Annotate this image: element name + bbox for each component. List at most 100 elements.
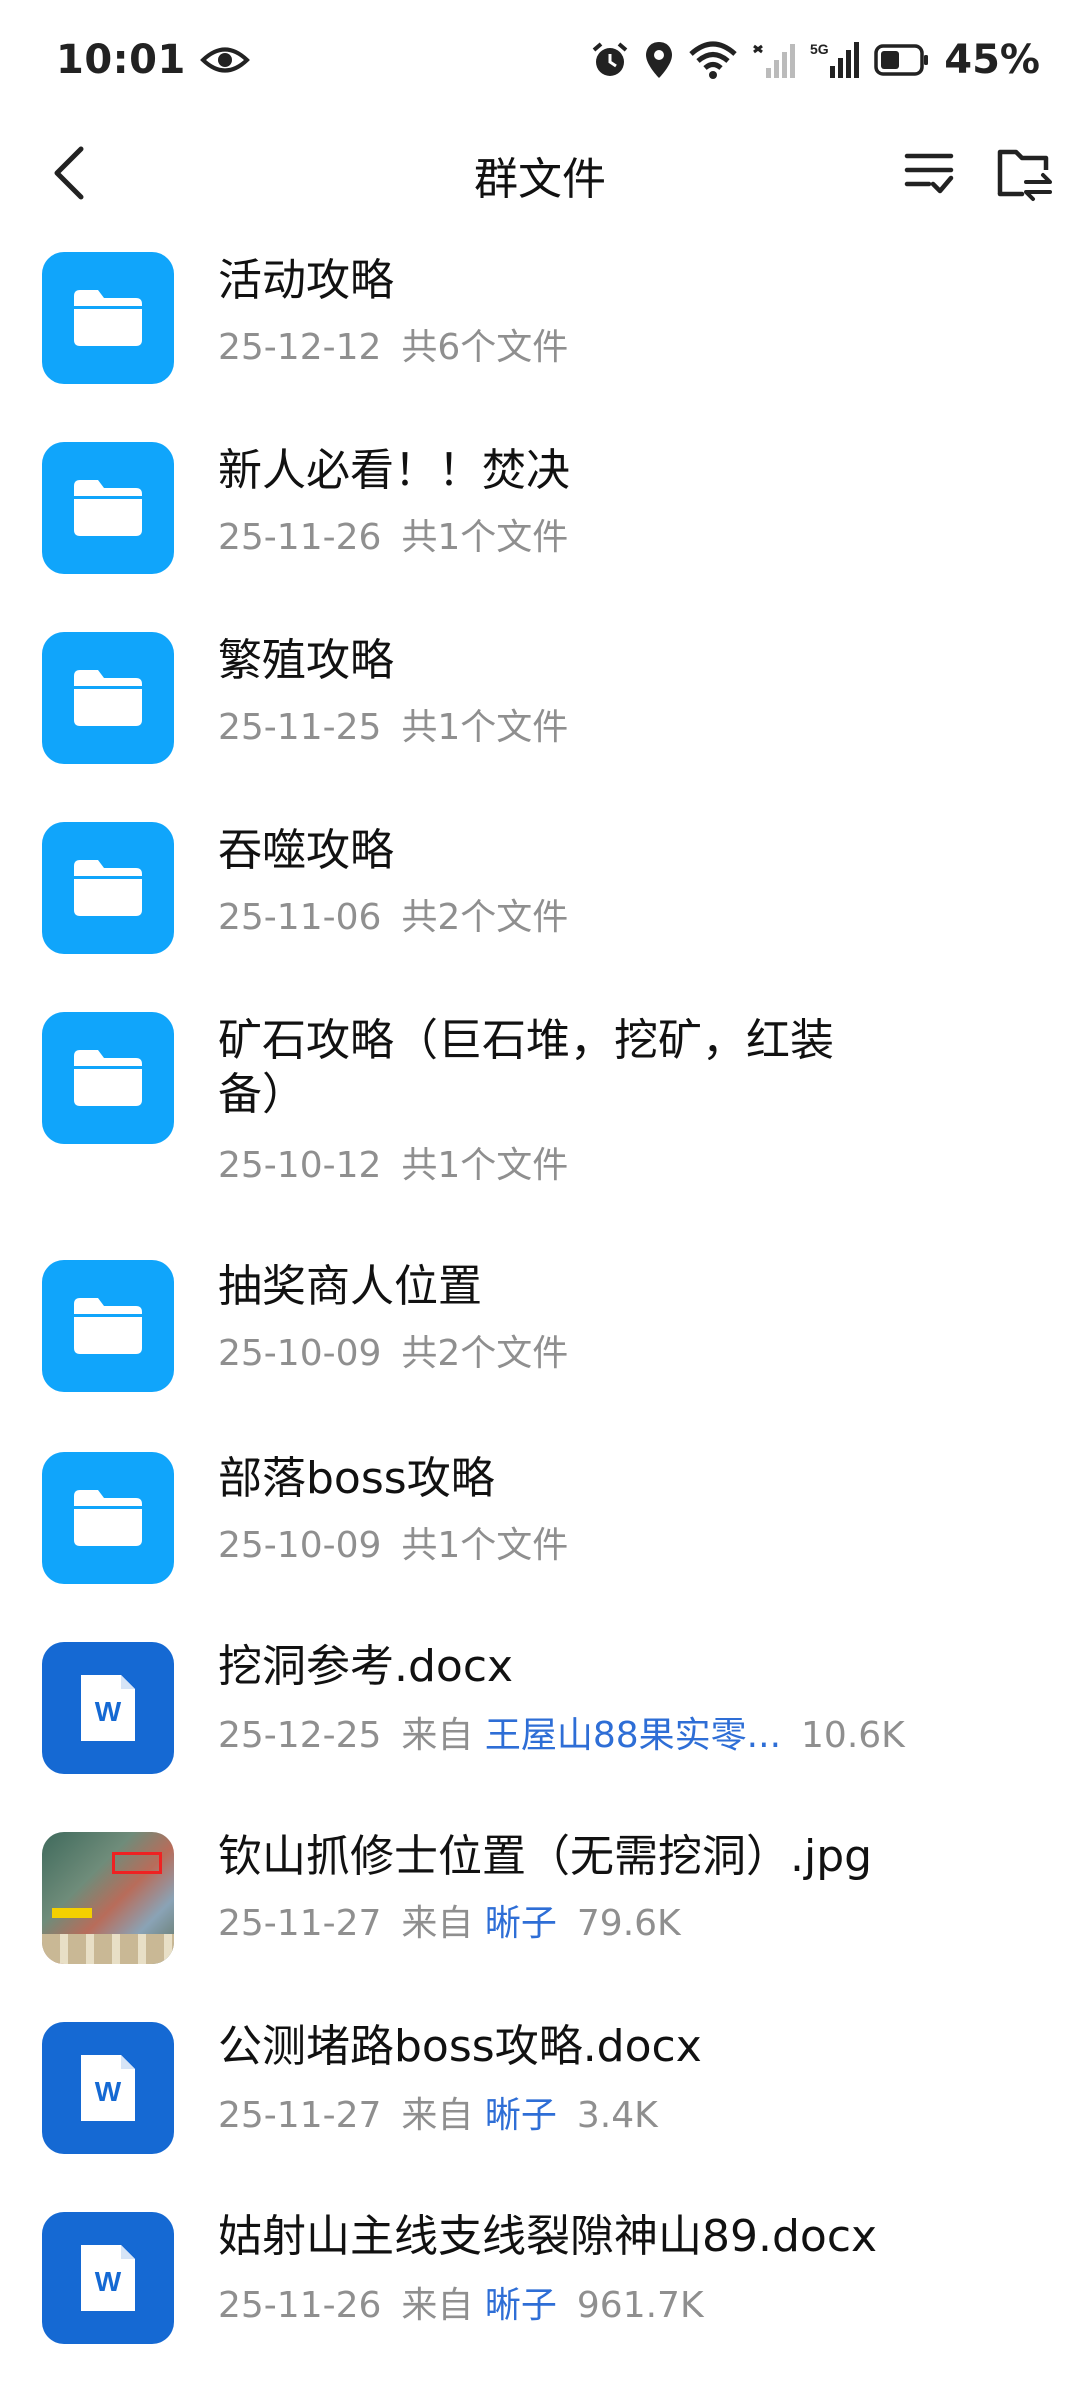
item-meta: 25-11-26 共1个文件 (218, 516, 568, 560)
sort-checklist-icon (903, 150, 955, 200)
wifi-icon (688, 40, 738, 80)
item-count: 共1个文件 (401, 517, 569, 558)
sort-button[interactable] (894, 140, 964, 210)
file-size: 3.4K (576, 2095, 658, 2136)
item-meta: 25-11-26 来自 晰子 961.7K (218, 2284, 704, 2328)
item-date: 25-11-25 (218, 707, 382, 748)
folder-item[interactable]: 活动攻略 25-12-12 共6个文件 (0, 230, 1080, 420)
item-name: 钦山抓修士位置（无需挖洞）.jpg (218, 1831, 873, 1882)
item-count: 共1个文件 (401, 1525, 569, 1566)
svg-text:5G: 5G (810, 41, 829, 57)
folder-icon (42, 1452, 174, 1584)
title-bar: 群文件 (0, 120, 1080, 230)
folder-item[interactable]: 矿石攻略（巨石堆，挖矿，红装备） 25-10-12 共1个文件 (0, 990, 1080, 1240)
folder-icon (42, 1012, 174, 1144)
item-name: 挖洞参考.docx (218, 1641, 514, 1692)
item-name: 公测堵路boss攻略.docx (218, 2021, 702, 2072)
thumbnail-hotbar (42, 1934, 174, 1964)
folder-icon (42, 822, 174, 954)
item-name: 矿石攻略（巨石堆，挖矿，红装备） (218, 1015, 834, 1120)
from-label: 来自 (401, 1903, 474, 1944)
status-time: 10:01 (56, 37, 186, 83)
sender-link[interactable]: 晰子 (485, 1903, 557, 1944)
item-date: 25-12-25 (218, 1715, 382, 1756)
file-size: 10.6K (801, 1715, 905, 1756)
folder-icon (42, 252, 174, 384)
sender-link[interactable]: 王屋山88果实零... (485, 1715, 781, 1756)
file-item[interactable]: W 公测堵路boss攻略.docx 25-11-27 来自 晰子 3.4K (0, 2000, 1080, 2190)
item-meta: 25-11-25 共1个文件 (218, 706, 568, 750)
item-count: 共1个文件 (401, 707, 569, 748)
folder-icon (42, 442, 174, 574)
svg-text:W: W (95, 2266, 122, 2297)
item-date: 25-11-27 (218, 2095, 382, 2136)
status-left: 10:01 (56, 37, 250, 83)
thumbnail-arrow (52, 1908, 92, 1918)
folder-icon (42, 632, 174, 764)
item-name: 活动攻略 (218, 255, 394, 306)
file-size: 79.6K (576, 1903, 681, 1944)
item-date: 25-11-06 (218, 897, 382, 938)
item-count: 共2个文件 (401, 1333, 569, 1374)
image-thumbnail (42, 1832, 174, 1964)
item-date: 25-10-09 (218, 1333, 382, 1374)
thumbnail-marker (112, 1852, 162, 1874)
status-right: 5G 45% (590, 37, 1040, 83)
item-name: 吞噬攻略 (218, 825, 394, 876)
item-date: 25-11-27 (218, 1903, 382, 1944)
item-name: 繁殖攻略 (218, 635, 394, 686)
item-date: 25-10-09 (218, 1525, 382, 1566)
file-item[interactable]: W 姑射山主线支线裂隙神山89.docx 25-11-26 来自 晰子 961.7K (0, 2190, 1080, 2388)
back-button[interactable] (34, 140, 104, 210)
item-name: 新人必看！！焚决 (218, 445, 570, 496)
folder-item[interactable]: 繁殖攻略 25-11-25 共1个文件 (0, 610, 1080, 800)
folder-item[interactable]: 新人必看！！焚决 25-11-26 共1个文件 (0, 420, 1080, 610)
item-date: 25-11-26 (218, 2285, 382, 2326)
from-label: 来自 (401, 2285, 474, 2326)
item-count: 共2个文件 (401, 897, 569, 938)
item-meta: 25-11-27 来自 晰子 3.4K (218, 2094, 658, 2138)
chevron-left-icon (49, 145, 89, 205)
word-doc-icon: W (42, 1642, 174, 1774)
sender-link[interactable]: 晰子 (485, 2095, 557, 2136)
file-size: 961.7K (576, 2285, 704, 2326)
item-date: 25-12-12 (218, 327, 382, 368)
folder-transfer-icon (996, 144, 1054, 206)
svg-text:W: W (95, 1696, 122, 1727)
item-meta: 25-10-09 共2个文件 (218, 1332, 568, 1376)
item-count: 共6个文件 (401, 327, 569, 368)
transfer-button[interactable] (990, 138, 1060, 212)
word-doc-icon: W (42, 2022, 174, 2154)
folder-icon (42, 1260, 174, 1392)
item-meta: 25-11-06 共2个文件 (218, 896, 568, 940)
battery-icon (874, 43, 930, 77)
item-meta: 25-10-09 共1个文件 (218, 1524, 568, 1568)
from-label: 来自 (401, 1715, 474, 1756)
item-name: 姑射山主线支线裂隙神山89.docx (218, 2211, 878, 2262)
location-icon (644, 40, 674, 80)
alarm-icon (590, 40, 630, 80)
sender-link[interactable]: 晰子 (485, 2285, 557, 2326)
item-meta: 25-12-12 共6个文件 (218, 326, 568, 370)
battery-percent: 45% (944, 37, 1040, 83)
item-count: 共1个文件 (401, 1145, 569, 1186)
svg-text:W: W (95, 2076, 122, 2107)
word-doc-icon: W (42, 2212, 174, 2344)
item-name: 部落boss攻略 (218, 1453, 495, 1504)
from-label: 来自 (401, 2095, 474, 2136)
item-meta: 25-12-25 来自 王屋山88果实零... 10.6K (218, 1714, 905, 1758)
signal-icon (752, 40, 796, 80)
page-title: 群文件 (474, 154, 606, 205)
folder-item[interactable]: 抽奖商人位置 25-10-09 共2个文件 (0, 1240, 1080, 1430)
folder-item[interactable]: 部落boss攻略 25-10-09 共1个文件 (0, 1430, 1080, 1620)
file-item[interactable]: W 挖洞参考.docx 25-12-25 来自 王屋山88果实零... 10.6K (0, 1620, 1080, 1810)
file-item[interactable]: 钦山抓修士位置（无需挖洞）.jpg 25-11-27 来自 晰子 79.6K (0, 1810, 1080, 2000)
5g-signal-icon: 5G (810, 40, 860, 80)
status-bar: 10:01 5G 45% (0, 0, 1080, 120)
item-date: 25-11-26 (218, 517, 382, 558)
item-date: 25-10-12 (218, 1145, 382, 1186)
eye-icon (199, 43, 250, 77)
item-meta: 25-10-12 共1个文件 (218, 1144, 568, 1188)
folder-item[interactable]: 吞噬攻略 25-11-06 共2个文件 (0, 800, 1080, 990)
item-name: 抽奖商人位置 (218, 1261, 482, 1312)
